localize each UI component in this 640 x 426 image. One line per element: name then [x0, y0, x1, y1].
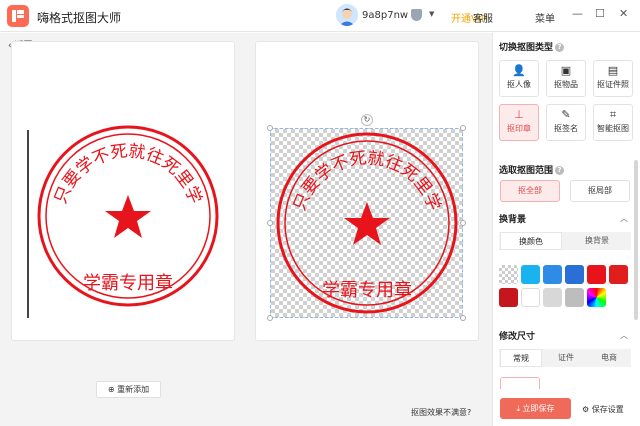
save-settings-button[interactable]: ⚙ 保存设置 [582, 404, 624, 415]
swatch-light-gray[interactable] [543, 288, 562, 307]
swatch-transparent[interactable] [499, 265, 518, 284]
swatch-gray[interactable] [565, 288, 584, 307]
swatch-cyan[interactable] [521, 265, 540, 284]
id-card-icon: ▤ [607, 64, 619, 77]
rotate-icon[interactable]: ↻ [361, 114, 373, 126]
swatch-white[interactable] [521, 288, 540, 307]
panel-scrollbar[interactable] [634, 160, 638, 320]
stamp-bottom-text: 学霸专用章 [322, 280, 412, 301]
avatar[interactable] [336, 4, 358, 26]
add-circle-icon: ⊕ [107, 385, 118, 394]
tool-smart[interactable]: ⌗ 智能抠图 [593, 104, 633, 141]
swatch-custom-color[interactable] [587, 288, 606, 307]
person-icon: 👤 [512, 64, 526, 77]
app-title: 嗨格式抠图大师 [37, 11, 122, 25]
tab-bg-image[interactable]: 换背景 [566, 232, 628, 250]
tool-label: 抠物品 [554, 80, 578, 89]
ai-icon: ⌗ [609, 108, 617, 121]
username[interactable]: 9a8p7nw [362, 10, 408, 21]
image-edge-line [27, 130, 29, 318]
gear-icon: ⚙ [582, 405, 592, 414]
readd-button[interactable]: ⊕ 重新添加 [96, 381, 161, 398]
close-button[interactable]: ✕ [619, 7, 628, 20]
chevron-up-icon[interactable]: ︿ [620, 330, 628, 341]
tab-size-normal[interactable]: 常规 [500, 349, 542, 367]
swatch-blue[interactable] [543, 265, 562, 284]
chevron-down-icon[interactable]: ▼ [429, 10, 434, 18]
feedback-link[interactable]: 抠图效果不满意? [411, 407, 471, 418]
stamp-icon: ⊥ [514, 108, 524, 121]
chevron-up-icon[interactable]: ︿ [620, 213, 628, 224]
switch-type-title: 切换抠图类型? [499, 40, 565, 53]
pen-icon: ✎ [561, 108, 571, 121]
star-icon [344, 202, 390, 245]
background-title: 换背景 [499, 215, 527, 225]
tool-label: 智能抠图 [597, 124, 629, 133]
result-stamp: 只要学不死就往死里学 学霸专用章 [276, 132, 458, 314]
shield-icon [411, 9, 422, 21]
save-now-button[interactable]: ⤓ 立即保存 [500, 398, 571, 419]
tab-size-ecommerce[interactable]: 电商 [588, 349, 630, 367]
box-icon: ▣ [560, 64, 572, 77]
tool-label: 抠证件照 [597, 80, 629, 89]
tool-portrait[interactable]: 👤 抠人像 [499, 60, 539, 97]
scope-title: 选取抠图范围? [499, 163, 565, 176]
save-settings-label: 保存设置 [591, 405, 624, 414]
app-logo-icon [7, 5, 29, 27]
tool-signature[interactable]: ✎ 抠签名 [546, 104, 586, 141]
help-icon[interactable]: ? [555, 166, 565, 175]
tool-stamp[interactable]: ⊥ 抠印章 [499, 104, 539, 141]
tool-id-photo[interactable]: ▤ 抠证件照 [593, 60, 633, 97]
scope-label: 选取抠图范围 [499, 166, 554, 176]
stamp-bottom-text: 学霸专用章 [83, 273, 173, 294]
swatch-red-2[interactable] [609, 265, 628, 284]
swatch-red[interactable] [587, 265, 606, 284]
tool-object[interactable]: ▣ 抠物品 [546, 60, 586, 97]
scope-all-button[interactable]: 抠全部 [500, 180, 560, 202]
switch-type-label: 切换抠图类型 [499, 43, 554, 53]
star-icon [105, 195, 151, 238]
swatch-dark-blue[interactable] [565, 265, 584, 284]
scope-part-button[interactable]: 抠局部 [570, 180, 630, 202]
size-option-partial[interactable] [500, 377, 540, 389]
swatch-dark-red[interactable] [499, 288, 518, 307]
tool-label: 抠印章 [507, 124, 531, 133]
tab-size-id[interactable]: 证件 [545, 349, 587, 367]
size-title: 修改尺寸 [499, 332, 536, 342]
tab-bg-color[interactable]: 换颜色 [500, 232, 562, 250]
title-bar: 嗨格式抠图大师 9a8p7nw ▼ 开通VIP 客服 菜单 — ☐ ✕ [0, 0, 640, 32]
tool-label: 抠签名 [554, 124, 578, 133]
save-label: 立即保存 [522, 404, 555, 413]
original-stamp: 只要学不死就往死里学 学霸专用章 [37, 125, 219, 307]
tool-label: 抠人像 [507, 80, 531, 89]
minimize-button[interactable]: — [572, 7, 583, 20]
maximize-button[interactable]: ☐ [595, 7, 605, 20]
customer-service-button[interactable]: 客服 [473, 10, 493, 25]
help-icon[interactable]: ? [555, 43, 565, 52]
readd-label: 重新添加 [117, 385, 150, 394]
menu-button[interactable]: 菜单 [535, 10, 555, 25]
